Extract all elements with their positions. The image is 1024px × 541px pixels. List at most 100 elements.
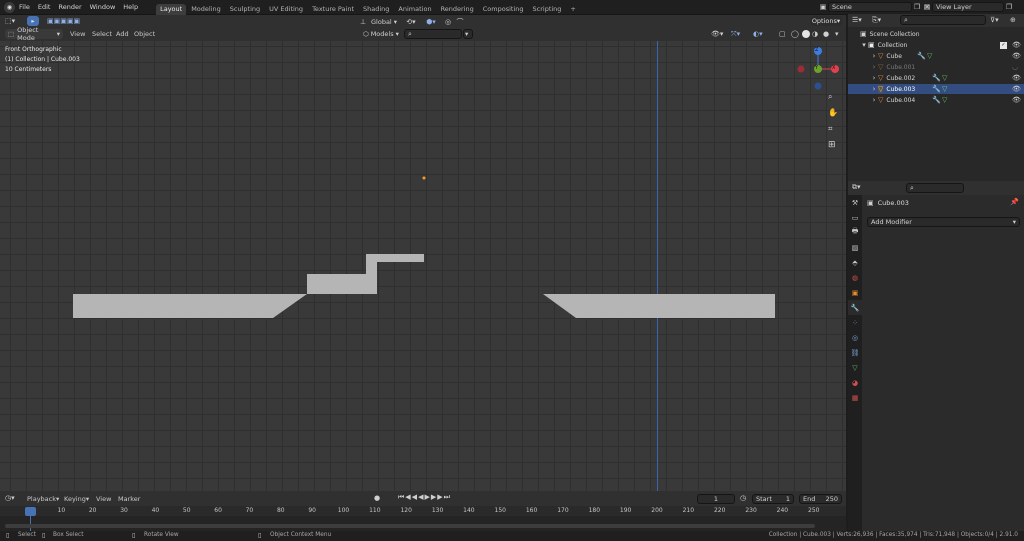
visibility-eye-icon[interactable]: 👁: [1012, 41, 1021, 49]
collection-row[interactable]: ▾ ▣ Collection ✓ 👁: [848, 40, 1024, 50]
scene-collection-row[interactable]: ▣ Scene Collection: [848, 29, 1024, 39]
constraints-tab-icon[interactable]: ⛓: [848, 345, 862, 360]
menu-add[interactable]: Add: [116, 30, 129, 38]
outliner-search-input[interactable]: ⌕: [900, 15, 986, 25]
texture-tab-icon[interactable]: ▦: [848, 390, 862, 405]
menu-render[interactable]: Render: [58, 3, 81, 11]
filter-icon[interactable]: ⊽▾: [990, 16, 999, 24]
current-frame-marker[interactable]: [25, 507, 36, 516]
navigation-gizmo[interactable]: Z Y X: [796, 46, 842, 92]
frame-ruler[interactable]: 1102030405060708090100110120130140150160…: [0, 506, 846, 516]
menu-select[interactable]: Select: [92, 30, 112, 38]
pivot-icon[interactable]: ⟲▾: [402, 18, 420, 26]
world-tab-icon[interactable]: ◍: [848, 270, 862, 285]
scene-field[interactable]: Scene: [828, 2, 912, 12]
outliner-item-cube-003[interactable]: › ▽ Cube.003 🔧 ▽ 👁: [848, 84, 1024, 94]
falloff-icon[interactable]: ⌒: [454, 17, 466, 27]
scene-tab-icon[interactable]: ⬘: [848, 255, 862, 270]
tab-layout[interactable]: Layout: [156, 3, 187, 15]
shading-options-icon[interactable]: ▾: [835, 30, 839, 38]
display-mode-icon[interactable]: ⎘▾: [872, 16, 881, 25]
pan-hand-icon[interactable]: ✋: [828, 108, 838, 117]
visibility-eye-icon[interactable]: 👁: [1012, 85, 1021, 93]
output-tab-icon[interactable]: 🖶: [848, 225, 862, 240]
visibility-eye-icon[interactable]: 👁: [1012, 96, 1021, 104]
timeline-editor-icon[interactable]: ◷▾: [5, 494, 15, 502]
visibility-eye-icon[interactable]: 👁: [1012, 52, 1021, 60]
filter-dropdown[interactable]: ▾: [463, 29, 473, 39]
proportional-edit-icon[interactable]: ◎: [442, 18, 454, 26]
solid-shading-icon[interactable]: [802, 30, 810, 38]
menu-help[interactable]: Help: [123, 3, 138, 11]
menu-object[interactable]: Object: [134, 30, 155, 38]
timeline-scrollbar[interactable]: [5, 524, 815, 528]
wireframe-shading-icon[interactable]: ◯: [791, 30, 799, 38]
visibility-icon[interactable]: 👁▾: [711, 30, 723, 38]
tab-animation[interactable]: Animation: [394, 4, 435, 15]
render-tab-icon[interactable]: ▭: [848, 210, 862, 225]
object-tab-icon[interactable]: ▣: [848, 285, 862, 300]
menu-playback[interactable]: Playback▾: [27, 495, 59, 503]
copy-icon[interactable]: ❐: [912, 3, 922, 11]
zoom-icon[interactable]: ⌕: [828, 92, 832, 102]
outliner-item-cube[interactable]: › ▽ Cube 🔧 ▽ 👁: [848, 51, 1024, 61]
material-shading-icon[interactable]: ◑: [812, 30, 818, 38]
scene-geometry[interactable]: [0, 41, 846, 491]
pin-icon[interactable]: 📌: [1010, 198, 1019, 206]
tab-compositing[interactable]: Compositing: [479, 4, 528, 15]
view-layer-tab-icon[interactable]: ▨: [848, 240, 862, 255]
menu-file[interactable]: File: [19, 3, 30, 11]
outliner-item-cube-002[interactable]: › ▽ Cube.002 🔧 ▽ 👁: [848, 73, 1024, 83]
menu-window[interactable]: Window: [90, 3, 116, 11]
hidden-eye-icon[interactable]: ◡: [1012, 63, 1018, 71]
end-frame-field[interactable]: End 250: [799, 494, 842, 504]
tab-texture-paint[interactable]: Texture Paint: [308, 4, 358, 15]
expand-arrow-icon[interactable]: ›: [870, 96, 878, 104]
gizmo-toggle-icon[interactable]: ⤧▾: [731, 30, 740, 39]
material-tab-icon[interactable]: ◕: [848, 375, 862, 390]
select-mode-icons[interactable]: ▣▣▣▣▣: [47, 17, 80, 25]
select-tool-button[interactable]: ▸: [27, 16, 39, 26]
expand-arrow-icon[interactable]: ›: [870, 74, 878, 82]
expand-arrow-icon[interactable]: ›: [870, 85, 878, 93]
tab-shading[interactable]: Shading: [359, 4, 393, 15]
rendered-shading-icon[interactable]: ●: [823, 30, 829, 38]
tab-modeling[interactable]: Modeling: [187, 4, 225, 15]
data-tab-icon[interactable]: ▽: [848, 360, 862, 375]
outliner-item-cube-001[interactable]: › ▽ Cube.001 ◡: [848, 62, 1024, 72]
tab-scripting[interactable]: Scripting: [529, 4, 566, 15]
particles-tab-icon[interactable]: ⁘: [848, 315, 862, 330]
menu-timeline-view[interactable]: View: [96, 495, 111, 503]
properties-search-input[interactable]: ⌕: [906, 183, 964, 193]
blender-logo-icon[interactable]: ◉: [4, 1, 15, 13]
orientation-select[interactable]: Global ▾: [368, 17, 402, 27]
xray-icon[interactable]: ▢: [779, 30, 786, 38]
new-collection-icon[interactable]: ⊕: [1010, 16, 1016, 24]
expand-arrow-icon[interactable]: ›: [870, 52, 878, 60]
models-select[interactable]: ⬡ Models ▾: [360, 29, 404, 39]
menu-keying[interactable]: Keying▾: [64, 495, 89, 503]
menu-view[interactable]: View: [70, 30, 85, 38]
tool-tab-icon[interactable]: ⚒: [848, 195, 862, 210]
snap-icon[interactable]: ⬢▾: [420, 18, 442, 26]
start-frame-field[interactable]: Start 1: [752, 494, 794, 504]
properties-editor-icon[interactable]: ⧉▾: [852, 183, 861, 192]
playback-controls[interactable]: ⏮◀◀◀▶▶▶⏭: [398, 493, 451, 502]
3d-viewport[interactable]: Front Orthographic (1) Collection | Cube…: [0, 41, 846, 491]
outliner-editor-icon[interactable]: ☰▾: [852, 16, 862, 24]
record-icon[interactable]: ●: [374, 494, 380, 502]
tab-rendering[interactable]: Rendering: [437, 4, 478, 15]
grid-view-icon[interactable]: ⊞: [828, 140, 836, 150]
tab-uv-editing[interactable]: UV Editing: [265, 4, 307, 15]
tab-sculpting[interactable]: Sculpting: [226, 4, 264, 15]
options-button[interactable]: Options ▾: [810, 16, 842, 26]
menu-marker[interactable]: Marker: [118, 495, 140, 503]
visibility-eye-icon[interactable]: 👁: [1012, 74, 1021, 82]
expand-arrow-icon[interactable]: ›: [870, 63, 878, 71]
current-frame-field[interactable]: 1: [697, 494, 735, 504]
exclude-checkbox[interactable]: ✓: [1000, 41, 1007, 49]
overlay-toggle-icon[interactable]: ◐▾: [753, 30, 763, 38]
copy-icon[interactable]: ❐: [1004, 3, 1014, 11]
clock-icon[interactable]: ◷: [740, 494, 746, 502]
expand-arrow-icon[interactable]: ▾: [860, 41, 868, 49]
